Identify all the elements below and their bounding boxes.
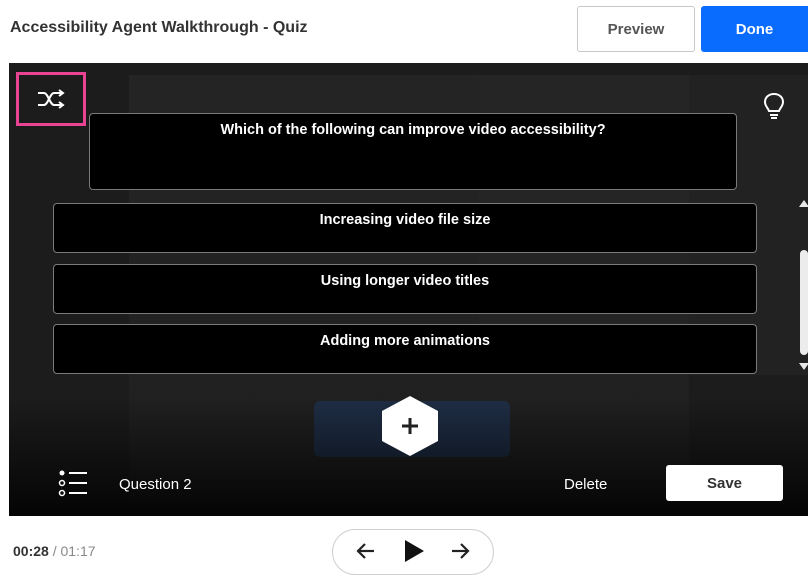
- question-text[interactable]: Which of the following can improve video…: [89, 113, 737, 190]
- question-number-label: Question 2: [119, 476, 192, 493]
- current-time: 00:28: [13, 543, 49, 559]
- previous-button[interactable]: [355, 540, 377, 567]
- page-title: Accessibility Agent Walkthrough - Quiz: [10, 19, 308, 36]
- done-button[interactable]: Done: [701, 6, 808, 52]
- answer-option-3[interactable]: Adding more animations: [53, 324, 757, 374]
- add-answer-button[interactable]: [381, 395, 439, 457]
- top-bar: Accessibility Agent Walkthrough - Quiz P…: [0, 0, 808, 62]
- play-button[interactable]: [403, 539, 425, 568]
- scroll-up-arrow[interactable]: [799, 200, 808, 207]
- save-button[interactable]: Save: [666, 465, 783, 501]
- delete-button[interactable]: Delete: [564, 476, 607, 493]
- hint-button[interactable]: [762, 92, 786, 125]
- answer-option-1[interactable]: Increasing video file size: [53, 203, 757, 253]
- scrollbar-thumb[interactable]: [800, 250, 808, 355]
- scroll-down-arrow[interactable]: [799, 363, 808, 370]
- playback-controls: [332, 529, 494, 575]
- arrow-right-icon: [452, 543, 470, 559]
- arrow-left-icon: [356, 543, 374, 559]
- playback-time: 00:28 / 01:17: [13, 543, 96, 559]
- next-button[interactable]: [449, 540, 471, 567]
- shuffle-button[interactable]: [16, 72, 86, 126]
- answer-option-2[interactable]: Using longer video titles: [53, 264, 757, 314]
- question-list-icon: [58, 470, 87, 497]
- preview-button[interactable]: Preview: [577, 6, 695, 52]
- total-time: 01:17: [60, 543, 96, 559]
- play-icon: [405, 540, 424, 562]
- shuffle-icon: [38, 89, 65, 109]
- time-separator: /: [52, 543, 57, 559]
- question-list-button[interactable]: [57, 468, 89, 503]
- lightbulb-icon: [763, 92, 785, 119]
